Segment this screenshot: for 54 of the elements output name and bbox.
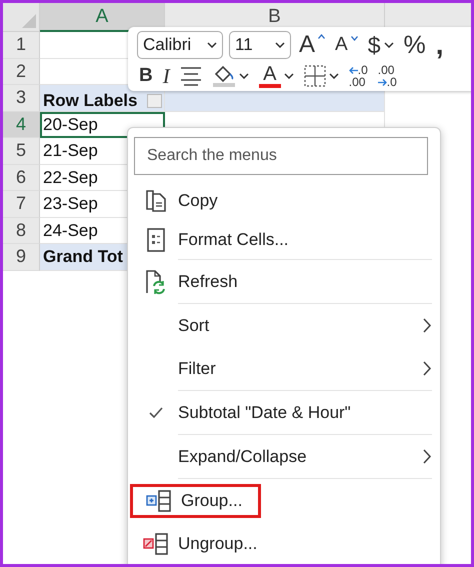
menu-item[interactable]: Refresh: [134, 260, 432, 303]
up-caret-icon: [318, 34, 326, 39]
row-header[interactable]: 7: [3, 191, 40, 218]
row-header[interactable]: 4: [3, 112, 40, 138]
cell-text: 20-Sep: [43, 114, 98, 134]
row-header[interactable]: 5: [3, 138, 40, 164]
menu-item[interactable]: Expand/Collapse: [134, 435, 432, 478]
format-cells-icon: [147, 228, 165, 252]
down-caret-icon: [350, 36, 358, 41]
row-header[interactable]: 9: [3, 244, 40, 270]
ungroup-icon: [143, 532, 169, 554]
row-header[interactable]: 3: [3, 85, 40, 112]
row-header[interactable]: 1: [3, 32, 40, 58]
cell-text: Row Labels: [43, 90, 138, 110]
shrink-font-button[interactable]: A: [333, 30, 360, 60]
menu-item[interactable]: Filter: [134, 347, 432, 390]
font-select[interactable]: Calibri: [137, 31, 223, 59]
refresh-icon: [145, 268, 167, 294]
copy-icon: [145, 188, 167, 212]
menu-item[interactable]: Sort: [134, 304, 432, 347]
percent-button[interactable]: %: [402, 30, 428, 60]
grow-font-button[interactable]: A: [297, 30, 328, 60]
paint-bucket-icon: [212, 65, 236, 87]
font-color-button[interactable]: A: [256, 61, 296, 91]
right-arrow-icon: [378, 78, 387, 86]
caret-icon: [207, 42, 217, 48]
cell-text: 23-Sep: [43, 194, 98, 214]
font-size-select[interactable]: 11: [229, 31, 291, 59]
cell-text: 22-Sep: [43, 168, 98, 187]
cell-text: 24-Sep: [43, 220, 98, 240]
currency-button[interactable]: $: [366, 30, 396, 60]
menu-item[interactable]: Copy: [134, 181, 432, 220]
decrease-decimal-button[interactable]: .00 .0: [376, 61, 399, 91]
row-header[interactable]: 2: [3, 58, 40, 85]
group-icon: [146, 490, 172, 512]
search-field[interactable]: Search the menus: [134, 137, 428, 175]
left-arrow-icon: [348, 66, 358, 74]
row-header[interactable]: 6: [3, 164, 40, 191]
column-header[interactable]: A: [40, 3, 165, 32]
menu-item[interactable]: Ungroup...: [134, 522, 432, 564]
menu-item[interactable]: Subtotal "Date & Hour": [134, 391, 432, 434]
menu-item[interactable]: Format Cells...: [134, 220, 432, 259]
highlight-frame: Group...: [130, 484, 261, 518]
row-header[interactable]: 8: [3, 218, 40, 244]
cell-text: 21-Sep: [43, 141, 98, 160]
comma-style-button[interactable]: ,: [434, 30, 446, 60]
borders-icon: [304, 65, 326, 87]
cell-text: Grand Tot: [43, 247, 123, 266]
italic-button[interactable]: I: [160, 61, 172, 91]
bold-button[interactable]: B: [137, 61, 155, 91]
select-all-icon: [22, 14, 36, 28]
caret-icon: [275, 42, 285, 48]
increase-decimal-button[interactable]: .0 .00: [346, 61, 370, 91]
align-center-icon: [180, 66, 202, 86]
